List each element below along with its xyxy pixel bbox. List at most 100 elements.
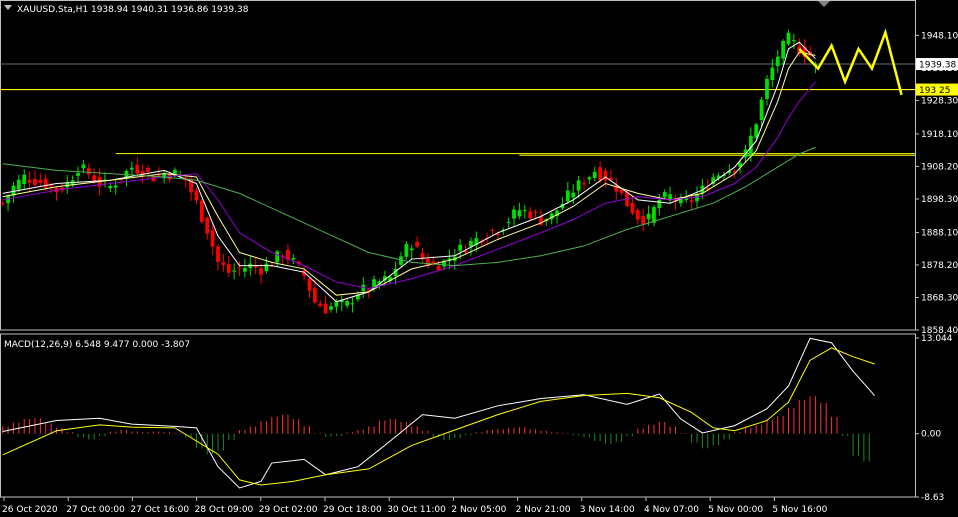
macd-tick-label: 13.044 [921, 334, 953, 344]
candle-body [318, 303, 323, 307]
macd-tick-label: -8.63 [921, 493, 944, 503]
candle-body [506, 222, 511, 224]
candle-body [641, 215, 646, 225]
candle-body [232, 270, 237, 272]
candle-body [409, 248, 414, 251]
candle-body [345, 301, 350, 306]
candle-body [38, 179, 43, 183]
candle-body [221, 262, 226, 266]
candle-body [792, 40, 796, 42]
candle-body [33, 178, 37, 186]
chart-canvas: XAUUSD.Sta,H1 1938.94 1940.31 1936.86 19… [0, 0, 958, 517]
candle-body [264, 263, 269, 272]
candle-body [81, 164, 86, 169]
candle-body [350, 303, 355, 305]
symbol-header: XAUUSD.Sta,H1 1938.94 1940.31 1936.86 19… [17, 5, 249, 15]
candle-body [781, 40, 786, 59]
candle-body [199, 200, 204, 222]
time-tick-label: 2 Nov 21:00 [516, 505, 571, 515]
candle-body [759, 99, 764, 121]
candle-body [603, 170, 608, 181]
candle-body [565, 190, 570, 202]
candle-body [76, 173, 80, 176]
candle-body [0, 202, 5, 204]
candle-body [27, 179, 32, 183]
candle-body [533, 211, 538, 213]
candle-body [226, 264, 231, 273]
time-tick-label: 3 Nov 14:00 [580, 505, 635, 515]
time-tick-label: 28 Oct 09:00 [195, 505, 254, 515]
time-tick-label: 29 Oct 18:00 [323, 505, 382, 515]
time-tick-label: 4 Nov 07:00 [644, 505, 699, 515]
price-tick-label: 1868.30 [921, 293, 958, 303]
time-tick-label: 26 Oct 2020 [2, 505, 58, 515]
candle-body [765, 78, 769, 99]
candle-body [16, 179, 21, 190]
candle-body [646, 213, 651, 220]
price-tick-label: 1878.20 [921, 261, 958, 271]
candle-body [135, 165, 140, 174]
time-tick-label: 5 Nov 16:00 [772, 505, 827, 515]
candle-body [592, 171, 597, 178]
candle-body [582, 183, 586, 185]
price-tick-label: 1898.30 [921, 195, 958, 205]
price-tick-label: 1948.10 [921, 31, 958, 41]
candle-body [329, 306, 333, 310]
candle-body [151, 176, 156, 182]
time-tick-label: 27 Oct 00:00 [66, 505, 125, 515]
candle-body [635, 209, 640, 220]
candle-body [668, 194, 672, 200]
candle-body [754, 124, 759, 138]
current-price-label: 1939.38 [919, 61, 956, 71]
candle-body [86, 168, 91, 175]
candle-body [587, 177, 592, 180]
candle-body [598, 167, 603, 181]
candle-body [786, 32, 791, 45]
candle-body [216, 246, 220, 262]
candle-body [22, 174, 27, 185]
candle-body [775, 56, 780, 67]
candle-body [253, 265, 258, 268]
macd-header: MACD(12,26,9) 6.548 9.477 0.000 -3.807 [4, 340, 190, 350]
macd-tick-label: 0.00 [921, 430, 941, 440]
candle-body [576, 180, 581, 191]
candle-body [194, 190, 199, 201]
candle-body [323, 303, 328, 314]
time-tick-label: 5 Nov 00:00 [708, 505, 763, 515]
price-tick-label: 1888.10 [921, 228, 958, 238]
candle-body [275, 251, 280, 263]
time-tick-label: 29 Oct 02:00 [259, 505, 318, 515]
candle-body [571, 192, 576, 198]
candle-body [662, 192, 667, 198]
candle-body [770, 67, 775, 81]
price-tick-label: 1928.30 [921, 96, 958, 106]
time-tick-label: 27 Oct 16:00 [130, 505, 189, 515]
time-tick-label: 2 Nov 05:00 [451, 505, 506, 515]
candle-body [259, 268, 263, 275]
level-price-label: 193 25 [919, 86, 951, 96]
candle-body [243, 268, 247, 272]
candle-body [458, 244, 463, 251]
chart-background [0, 0, 958, 517]
candle-body [404, 244, 409, 257]
candle-body [43, 178, 48, 188]
time-tick-label: 30 Oct 11:00 [387, 505, 446, 515]
candle-body [619, 190, 624, 193]
candle-body [657, 199, 662, 209]
candle-body [108, 186, 113, 189]
candle-body [334, 301, 339, 307]
candle-body [210, 230, 215, 247]
candle-body [205, 217, 210, 234]
candle-body [512, 209, 516, 219]
candle-body [129, 167, 134, 170]
candle-body [307, 278, 312, 291]
candle-body [528, 211, 533, 219]
candle-body [312, 288, 317, 303]
candle-body [490, 229, 495, 231]
candle-body [522, 209, 527, 211]
candle-body [517, 210, 522, 217]
candle-body [146, 167, 150, 172]
candle-body [415, 241, 420, 247]
price-tick-label: 1908.20 [921, 162, 958, 172]
price-tick-label: 1918.10 [921, 130, 958, 140]
